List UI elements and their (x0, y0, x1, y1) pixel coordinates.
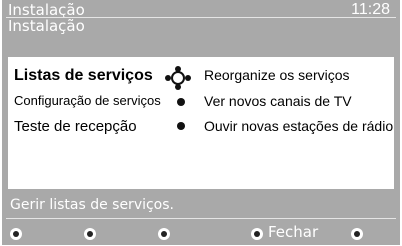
submenu-item-new-tv[interactable]: Ver novos canais de TV (204, 93, 352, 109)
menu-item-reception-test[interactable]: Teste de recepção (14, 118, 137, 135)
main-menu-panel: Listas de serviços Configuração de servi… (8, 57, 198, 189)
yellow-button-icon[interactable] (158, 228, 170, 240)
red-button-icon[interactable] (10, 228, 22, 240)
blue-button-icon[interactable] (351, 228, 363, 240)
menu-content: Listas de serviços Configuração de servi… (8, 57, 394, 189)
page-title: Instalação (8, 17, 85, 35)
submenu-indicator-icon (177, 122, 185, 130)
close-button-icon[interactable] (251, 228, 263, 240)
submenu-item-reorganize[interactable]: Reorganize os serviços (204, 67, 350, 83)
menu-item-service-lists[interactable]: Listas de serviços (14, 67, 153, 85)
status-text: Gerir listas de serviços. (10, 197, 174, 213)
green-button-icon[interactable] (84, 228, 96, 240)
submenu-panel: Reorganize os serviços Ver novos canais … (198, 57, 394, 189)
menu-item-service-config[interactable]: Configuração de serviços (14, 93, 161, 108)
menu-header: Instalação 11:28 Instalação (2, 0, 400, 35)
tv-menu-screen: Instalação 11:28 Instalação Listas de se… (2, 0, 400, 245)
close-button-label[interactable]: Fechar (268, 223, 318, 241)
submenu-indicator-icon (177, 98, 185, 106)
submenu-item-new-radio[interactable]: Ouvir novas estações de rádio (204, 118, 393, 134)
footer-divider (6, 218, 396, 219)
header-divider (6, 17, 396, 18)
navigation-cross-icon (165, 66, 191, 90)
